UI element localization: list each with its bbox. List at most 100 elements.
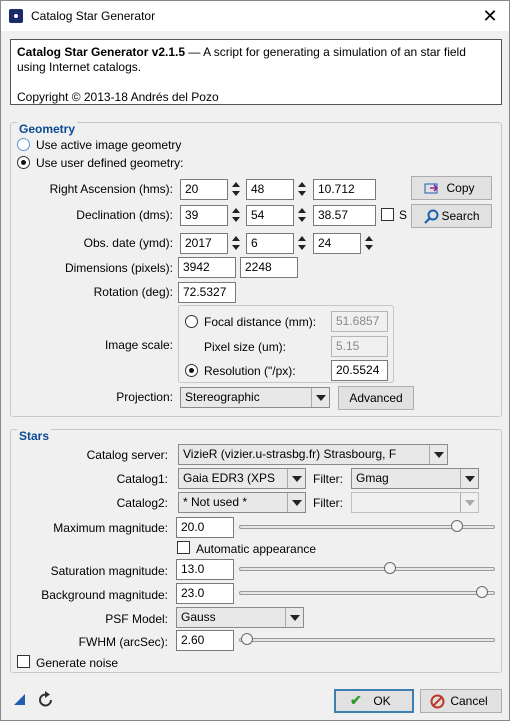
ok-label: OK — [373, 694, 391, 708]
search-icon — [424, 209, 439, 224]
title-bar: Catalog Star Generator ✕ — [1, 1, 509, 31]
dimensions-label: Dimensions (pixels): — [64, 261, 173, 275]
ok-button[interactable]: ✔ OK — [334, 689, 414, 713]
check-icon: ✔ — [350, 692, 362, 708]
use-active-geometry-label: Use active image geometry — [36, 138, 182, 152]
date-year-input[interactable]: 2017 — [180, 233, 228, 254]
catalog1-label: Catalog1: — [116, 472, 168, 486]
pixel-size-label: Pixel size (um): — [204, 340, 287, 354]
fwhm-input[interactable]: 2.60 — [176, 630, 234, 651]
chevron-down-icon — [287, 493, 305, 512]
ra-hours-input[interactable]: 20 — [180, 179, 228, 200]
background-magnitude-input[interactable]: 23.0 — [176, 583, 234, 604]
chevron-down-icon — [285, 608, 303, 627]
new-instance-icon[interactable] — [13, 693, 26, 706]
catalog1-value: Gaia EDR3 (XPS — [183, 471, 276, 485]
fwhm-slider-thumb[interactable] — [240, 633, 253, 645]
resolution-input[interactable]: 20.5524 — [331, 360, 388, 381]
script-name: Catalog Star Generator v2.1.5 — [17, 45, 186, 59]
filter1-select[interactable]: Gmag — [351, 468, 479, 489]
chevron-down-icon — [311, 388, 329, 407]
date-day-spinner[interactable] — [362, 233, 375, 254]
saturation-magnitude-input[interactable]: 13.0 — [176, 559, 234, 580]
automatic-appearance-checkbox[interactable] — [177, 541, 190, 554]
filter1-label: Filter: — [313, 472, 343, 486]
geometry-group-title: Geometry — [17, 122, 78, 136]
image-scale-label: Image scale: — [104, 338, 173, 352]
copyright-text: Copyright © 2013-18 Andrés del Pozo — [17, 90, 219, 104]
max-magnitude-input[interactable]: 20.0 — [176, 517, 234, 538]
date-year-spinner[interactable] — [229, 233, 242, 254]
fwhm-slider[interactable] — [239, 632, 495, 648]
rotation-label: Rotation (deg): — [93, 285, 173, 299]
saturation-magnitude-slider[interactable] — [239, 561, 495, 577]
dec-degrees-input[interactable]: 39 — [180, 205, 228, 226]
catalog2-select[interactable]: * Not used * — [178, 492, 306, 513]
copy-button[interactable]: Copy — [411, 176, 492, 200]
ra-seconds-input[interactable]: 10.712 — [313, 179, 376, 200]
generate-noise-label: Generate noise — [36, 656, 119, 670]
use-user-geometry-label: Use user defined geometry: — [36, 156, 184, 170]
reset-icon[interactable] — [37, 691, 55, 709]
width-input[interactable]: 3942 — [178, 257, 236, 278]
description-panel: Catalog Star Generator v2.1.5 — A script… — [10, 39, 502, 105]
resolution-label: Resolution ("/px): — [204, 364, 296, 378]
psf-model-value: Gauss — [181, 610, 216, 624]
stars-group: Stars Catalog server: VizieR (vizier.u-s… — [10, 429, 502, 673]
app-icon — [9, 9, 23, 23]
projection-value: Stereographic — [185, 390, 260, 404]
focal-distance-label: Focal distance (mm): — [204, 315, 317, 329]
date-day-input[interactable]: 24 — [313, 233, 361, 254]
dec-minutes-spinner[interactable] — [295, 205, 308, 226]
chevron-down-icon — [429, 445, 447, 464]
chevron-down-icon — [460, 493, 478, 512]
focal-distance-radio[interactable] — [185, 315, 198, 328]
south-checkbox[interactable] — [381, 208, 394, 221]
date-month-spinner[interactable] — [295, 233, 308, 254]
chevron-down-icon — [287, 469, 305, 488]
search-label: Search — [441, 209, 480, 223]
fwhm-label: FWHM (arcSec): — [78, 635, 168, 649]
background-magnitude-slider-thumb[interactable] — [476, 586, 489, 598]
catalog1-select[interactable]: Gaia EDR3 (XPS — [178, 468, 306, 489]
saturation-magnitude-slider-thumb[interactable] — [384, 562, 397, 574]
max-magnitude-label: Maximum magnitude: — [53, 521, 168, 535]
ra-hours-spinner[interactable] — [229, 179, 242, 200]
psf-model-label: PSF Model: — [105, 612, 168, 626]
rotation-input[interactable]: 72.5327 — [178, 282, 236, 303]
chevron-down-icon — [460, 469, 478, 488]
filter2-select[interactable] — [351, 492, 479, 513]
psf-model-select[interactable]: Gauss — [176, 607, 304, 628]
max-magnitude-slider-thumb[interactable] — [450, 520, 463, 532]
height-input[interactable]: 2248 — [240, 257, 298, 278]
use-user-geometry-radio[interactable] — [17, 156, 30, 169]
date-month-input[interactable]: 6 — [246, 233, 294, 254]
dec-seconds-input[interactable]: 38.57 — [313, 205, 376, 226]
ra-minutes-input[interactable]: 48 — [246, 179, 294, 200]
background-magnitude-slider[interactable] — [239, 585, 495, 601]
focal-distance-input[interactable]: 51.6857 — [331, 311, 388, 332]
stars-group-title: Stars — [17, 429, 52, 443]
ra-minutes-spinner[interactable] — [295, 179, 308, 200]
max-magnitude-slider[interactable] — [239, 519, 495, 535]
catalog-server-select[interactable]: VizieR (vizier.u-strasbg.fr) Strasbourg,… — [178, 444, 448, 465]
resolution-radio[interactable] — [185, 364, 198, 377]
use-active-geometry-radio[interactable] — [17, 138, 30, 151]
window-title: Catalog Star Generator — [31, 9, 156, 23]
close-button[interactable]: ✕ — [479, 5, 501, 27]
pixel-size-input[interactable]: 5.15 — [331, 336, 388, 357]
dec-minutes-input[interactable]: 54 — [246, 205, 294, 226]
catalog-server-label: Catalog server: — [86, 448, 168, 462]
geometry-group: Geometry Use active image geometry Use u… — [10, 122, 502, 417]
dec-label: Declination (dms): — [76, 208, 173, 222]
cancel-button[interactable]: Cancel — [420, 689, 502, 713]
search-button[interactable]: Search — [411, 204, 492, 228]
projection-select[interactable]: Stereographic — [180, 387, 330, 408]
filter1-value: Gmag — [356, 471, 389, 485]
dec-degrees-spinner[interactable] — [229, 205, 242, 226]
advanced-button[interactable]: Advanced — [338, 386, 414, 410]
ra-label: Right Ascension (hms): — [49, 182, 173, 196]
projection-label: Projection: — [116, 390, 173, 404]
cancel-label: Cancel — [450, 694, 488, 708]
generate-noise-checkbox[interactable] — [17, 655, 30, 668]
